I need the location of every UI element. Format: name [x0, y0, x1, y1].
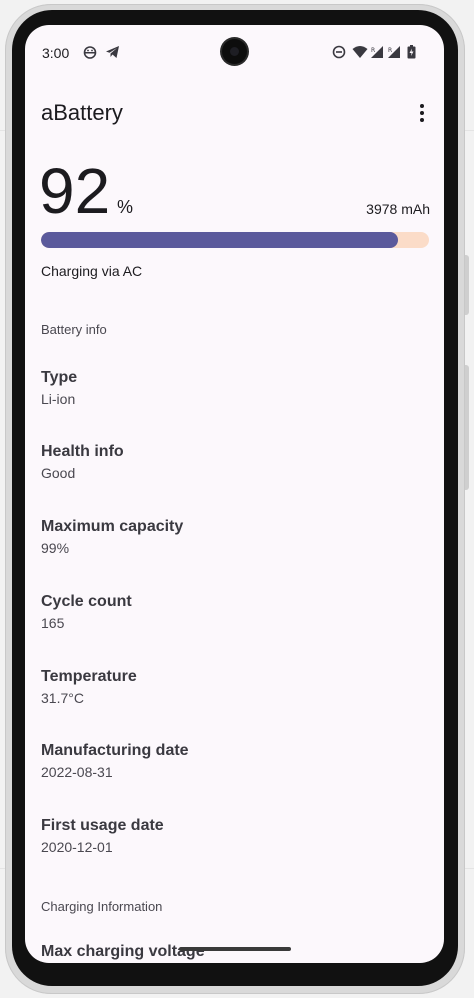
info-label: Type	[41, 369, 78, 386]
android-face-icon	[83, 46, 97, 59]
info-label: Maximum capacity	[41, 518, 184, 535]
info-value: 2020-12-01	[41, 839, 113, 855]
front-camera	[222, 39, 247, 64]
info-item-temperature[interactable]: Temperature 31.7°C	[41, 667, 137, 707]
telegram-icon	[106, 46, 119, 58]
app-title: aBattery	[41, 100, 123, 125]
status-bar: 3:00 R R	[25, 25, 444, 81]
info-value: 165	[41, 615, 65, 631]
signal-icon: R	[388, 46, 400, 58]
info-label: Health info	[41, 443, 124, 460]
info-label: Manufacturing date	[41, 742, 189, 759]
section-header-battery-info: Battery info	[41, 322, 107, 337]
more-vert-icon	[420, 104, 424, 122]
info-label: First usage date	[41, 817, 164, 834]
info-label: Max charging voltage	[41, 943, 205, 960]
info-value: 99%	[41, 540, 70, 556]
power-button	[465, 365, 469, 490]
percent-sign: %	[117, 197, 134, 217]
wifi-icon	[352, 46, 368, 58]
signal-icon: R	[371, 46, 383, 58]
info-item-type[interactable]: Type Li-ion	[41, 368, 77, 408]
info-item-health[interactable]: Health info Good	[41, 442, 124, 482]
more-options-button[interactable]	[408, 99, 436, 127]
info-value: 2022-08-31	[41, 764, 113, 780]
info-value: Good	[41, 465, 76, 481]
battery-charging-icon	[407, 45, 416, 59]
roaming-mark: R	[388, 47, 392, 54]
battery-capacity: 3978 mAh	[366, 201, 430, 217]
battery-progress-fill	[41, 232, 398, 248]
gesture-navigation-bar[interactable]	[179, 947, 291, 951]
info-item-manufacturing-date[interactable]: Manufacturing date 2022-08-31	[41, 741, 189, 781]
info-label: Temperature	[41, 668, 137, 685]
battery-percent: 92	[39, 155, 111, 227]
do-not-disturb-icon	[332, 45, 346, 59]
info-value: 31.7°C	[41, 690, 84, 706]
info-item-first-usage-date[interactable]: First usage date 2020-12-01	[41, 816, 164, 856]
info-item-max-capacity[interactable]: Maximum capacity 99%	[41, 517, 183, 557]
section-header-charging-info: Charging Information	[41, 899, 163, 914]
battery-progress-bar	[41, 232, 429, 248]
screen: 3:00 R R aBattery 92 % 3978 mAh Charging…	[25, 25, 444, 963]
volume-button	[465, 255, 469, 315]
charging-status: Charging via AC	[41, 263, 143, 279]
info-item-max-charging-voltage[interactable]: Max charging voltage	[41, 942, 205, 962]
roaming-mark: R	[371, 47, 375, 54]
info-label: Cycle count	[41, 593, 132, 610]
status-time: 3:00	[42, 45, 70, 61]
info-value: Li-ion	[41, 391, 76, 407]
info-item-cycle-count[interactable]: Cycle count 165	[41, 592, 132, 632]
